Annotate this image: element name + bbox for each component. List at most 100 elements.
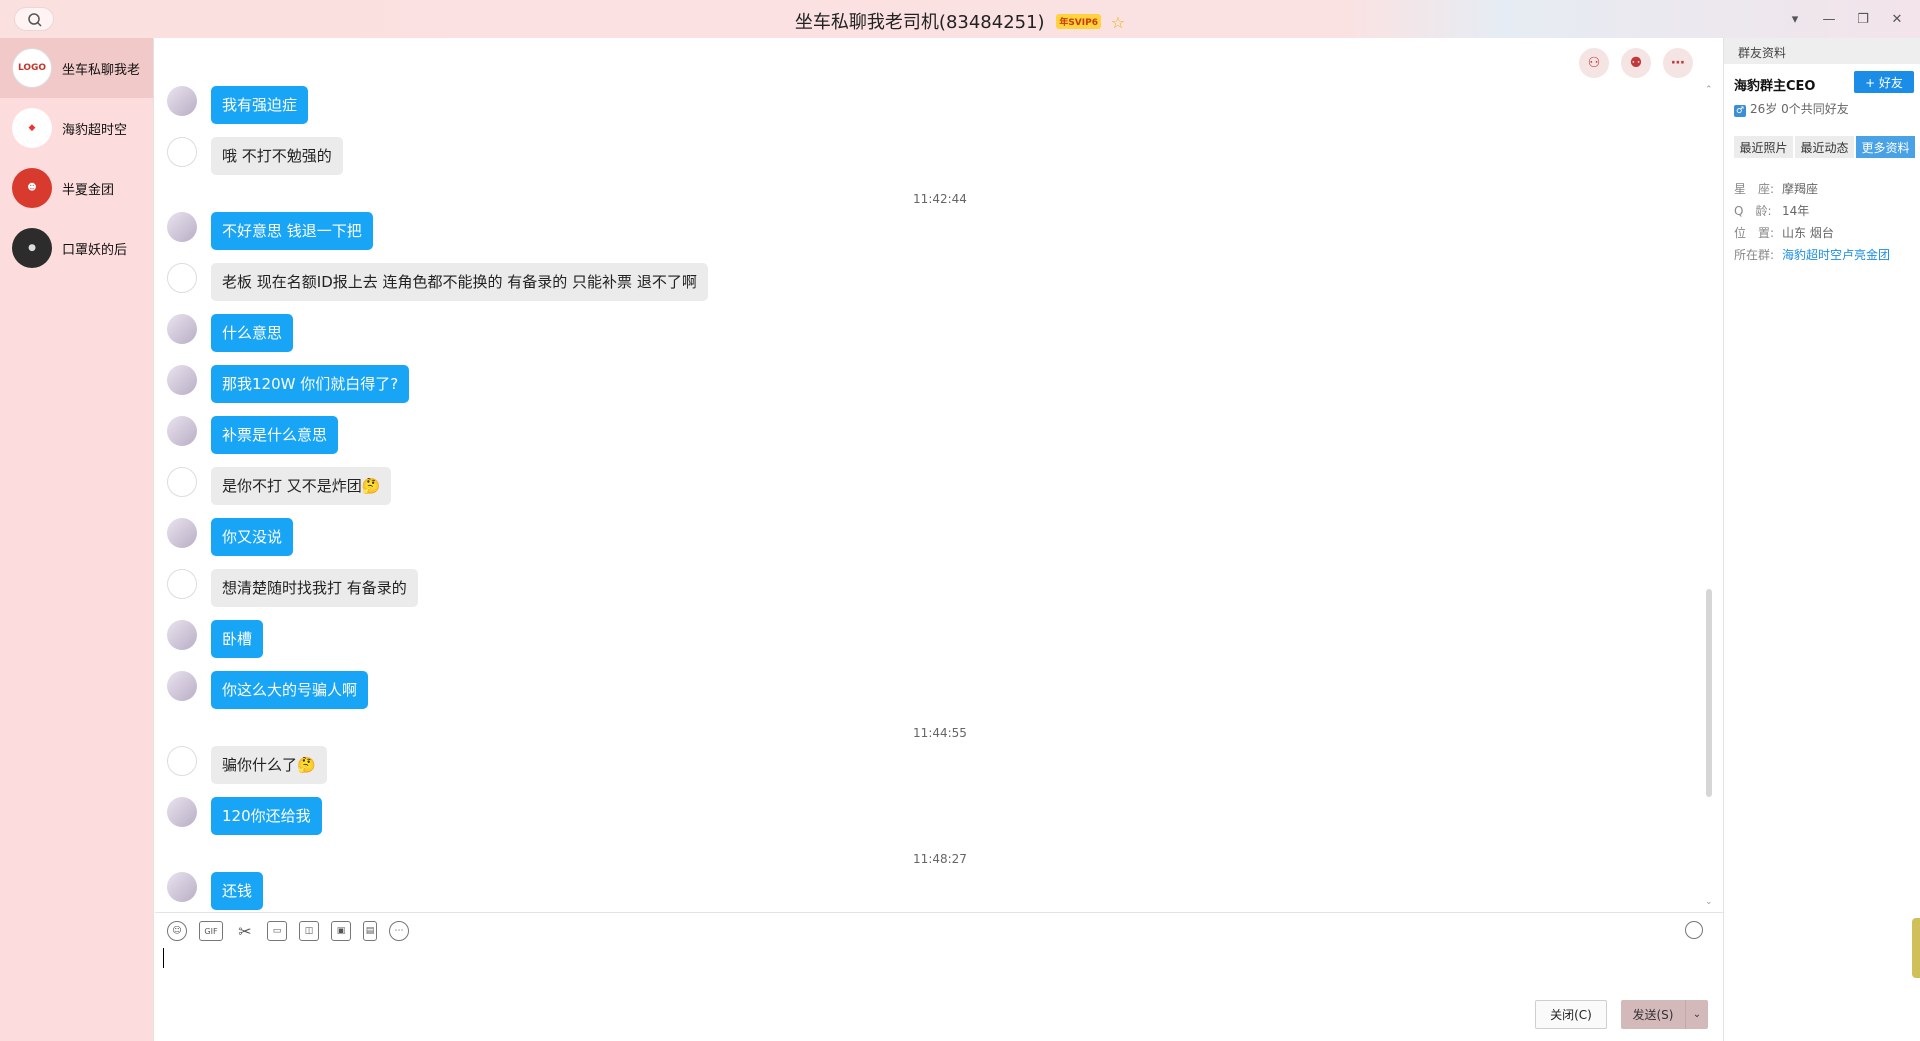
profile-field: 位 置: 山东 烟台 [1734, 222, 1890, 244]
red-packet-icon[interactable]: ▤ [363, 921, 377, 941]
scroll-down-icon[interactable]: ⌄ [1705, 897, 1713, 907]
message-bubble[interactable]: 我有强迫症 [211, 86, 309, 124]
more-tools-icon[interactable]: ⋯ [389, 921, 409, 941]
message-row: 想清楚随时找我打 有备录的 [167, 569, 418, 607]
side-widget[interactable] [1912, 918, 1920, 978]
contact-name: 口罩妖的后 [62, 242, 128, 258]
profile-field: Q 龄: 14年 [1734, 200, 1890, 222]
avatar[interactable] [167, 365, 197, 395]
message-bubble[interactable]: 哦 不打不勉强的 [211, 137, 343, 175]
chat-top-toolbar: ⚇ ⚉ ⋯ [1579, 48, 1693, 78]
dropdown-icon[interactable]: ▾ [1780, 6, 1810, 32]
folder-icon[interactable]: ▭ [267, 921, 287, 941]
input-toolbar: ☺ GIF ✂ ▭ ◫ ▣ ▤ ⋯ [167, 921, 409, 941]
star-icon[interactable]: ☆ [1111, 13, 1125, 32]
field-value[interactable]: 海豹超时空卢亮金团 [1782, 248, 1890, 262]
message-bubble[interactable]: 补票是什么意思 [211, 416, 339, 454]
avatar[interactable] [167, 137, 197, 167]
message-row: 卧槽 [167, 620, 264, 658]
message-bubble[interactable]: 老板 现在名额ID报上去 连角色都不能换的 有备录的 只能补票 退不了啊 [211, 263, 708, 301]
gif-icon[interactable]: GIF [199, 921, 223, 941]
timestamp: 11:48:27 [913, 852, 967, 866]
send-label: 发送(S) [1632, 1008, 1674, 1022]
title-bar: 坐车私聊我老司机(83484251) 年SVIP6 ☆ ▾ — ❐ ✕ [0, 0, 1920, 38]
profile-meta-text: 26岁 0个共同好友 [1750, 102, 1849, 116]
avatar[interactable] [167, 518, 197, 548]
profile-header: 群友资料 [1724, 38, 1920, 64]
avatar: ☻ [12, 168, 52, 208]
contact-item[interactable]: LOGO 坐车私聊我老 [0, 38, 153, 98]
scrollbar[interactable]: ⌃ ⌄ [1705, 85, 1713, 907]
message-bubble[interactable]: 什么意思 [211, 314, 294, 352]
more-icon[interactable]: ⋯ [1663, 48, 1693, 78]
restore-button[interactable]: ❐ [1848, 6, 1878, 32]
profile-tabs: 最近照片 最近动态 更多资料 [1734, 136, 1915, 158]
message-row: 不好意思 钱退一下把 [167, 212, 373, 250]
scroll-up-icon[interactable]: ⌃ [1705, 85, 1713, 95]
apps-icon[interactable]: ◫ [299, 921, 319, 941]
message-row: 老板 现在名额ID报上去 连角色都不能换的 有备录的 只能补票 退不了啊 [167, 263, 708, 301]
screenshot-icon[interactable]: ✂ [235, 921, 255, 941]
avatar[interactable] [167, 212, 197, 242]
message-bubble[interactable]: 120你还给我 [211, 797, 322, 835]
add-member-icon[interactable]: ⚇ [1579, 48, 1609, 78]
profile-tab[interactable]: 更多资料 [1856, 136, 1915, 158]
avatar: ◆ [12, 108, 52, 148]
avatar[interactable] [167, 263, 197, 293]
close-button[interactable]: 关闭(C) [1535, 1000, 1607, 1029]
profile-field: 所在群: 海豹超时空卢亮金团 [1734, 244, 1890, 266]
add-friend-button[interactable]: + 好友 [1854, 71, 1914, 93]
history-icon[interactable] [1685, 921, 1703, 939]
message-row: 你这么大的号骗人啊 [167, 671, 369, 709]
avatar[interactable] [167, 467, 197, 497]
avatar[interactable] [167, 746, 197, 776]
message-bubble[interactable]: 骗你什么了🤔 [211, 746, 327, 784]
message-bubble[interactable]: 是你不打 又不是炸团🤔 [211, 467, 392, 505]
vip-badge: 年SVIP6 [1056, 14, 1101, 29]
scroll-thumb[interactable] [1706, 589, 1712, 797]
avatar[interactable] [167, 416, 197, 446]
window-title: 坐车私聊我老司机(83484251) 年SVIP6 ☆ [0, 8, 1920, 34]
message-bubble[interactable]: 那我120W 你们就白得了? [211, 365, 410, 403]
avatar[interactable] [167, 797, 197, 827]
message-bubble[interactable]: 卧槽 [211, 620, 264, 658]
avatar[interactable] [167, 569, 197, 599]
timestamp: 11:42:44 [913, 192, 967, 206]
message-bubble[interactable]: 你这么大的号骗人啊 [211, 671, 369, 709]
contact-name: 半夏金团 [62, 182, 115, 198]
field-label: 星 座: [1734, 182, 1775, 196]
field-value: 14年 [1782, 204, 1810, 218]
gender-icon: ♂ [1734, 105, 1746, 117]
avatar[interactable] [167, 620, 197, 650]
avatar[interactable] [167, 86, 197, 116]
send-button[interactable]: 发送(S) ⌄ [1621, 1000, 1708, 1029]
profile-tab[interactable]: 最近照片 [1734, 136, 1793, 158]
field-label: 所在群: [1734, 248, 1775, 262]
close-window-button[interactable]: ✕ [1882, 6, 1912, 32]
minimize-button[interactable]: — [1814, 6, 1844, 32]
profile-tab[interactable]: 最近动态 [1795, 136, 1854, 158]
message-list[interactable]: 我有强迫症 哦 不打不勉强的 11:42:44 不好意思 钱退一下把 老板 现在名… [155, 78, 1710, 910]
contact-item[interactable]: ● 口罩妖的后 [0, 218, 153, 278]
message-row: 哦 不打不勉强的 [167, 137, 343, 175]
contact-item[interactable]: ◆ 海豹超时空 [0, 98, 153, 158]
emoji-icon[interactable]: ☺ [167, 921, 187, 941]
avatar[interactable] [167, 872, 197, 902]
timestamp: 11:44:55 [913, 726, 967, 740]
message-bubble[interactable]: 还钱 [211, 872, 264, 910]
profile-info: 星 座: 摩羯座 Q 龄: 14年位 置: 山东 烟台所在群: 海豹超时空卢亮金团 [1734, 178, 1890, 266]
avatar[interactable] [167, 671, 197, 701]
text-input[interactable] [163, 948, 164, 968]
contact-item[interactable]: ☻ 半夏金团 [0, 158, 153, 218]
profile-panel: 群友资料 海豹群主CEO + 好友 ♂ 26岁 0个共同好友 最近照片 最近动态 更多… [1723, 38, 1920, 1041]
invite-icon[interactable]: ⚉ [1621, 48, 1651, 78]
message-bubble[interactable]: 不好意思 钱退一下把 [211, 212, 373, 250]
image-icon[interactable]: ▣ [331, 921, 351, 941]
message-bubble[interactable]: 你又没说 [211, 518, 294, 556]
chat-title: 坐车私聊我老司机(83484251) [794, 12, 1045, 33]
send-options-icon[interactable]: ⌄ [1685, 1000, 1708, 1029]
message-bubble[interactable]: 想清楚随时找我打 有备录的 [211, 569, 418, 607]
message-row: 还钱 [167, 872, 264, 910]
profile-field: 星 座: 摩羯座 [1734, 178, 1890, 200]
avatar[interactable] [167, 314, 197, 344]
